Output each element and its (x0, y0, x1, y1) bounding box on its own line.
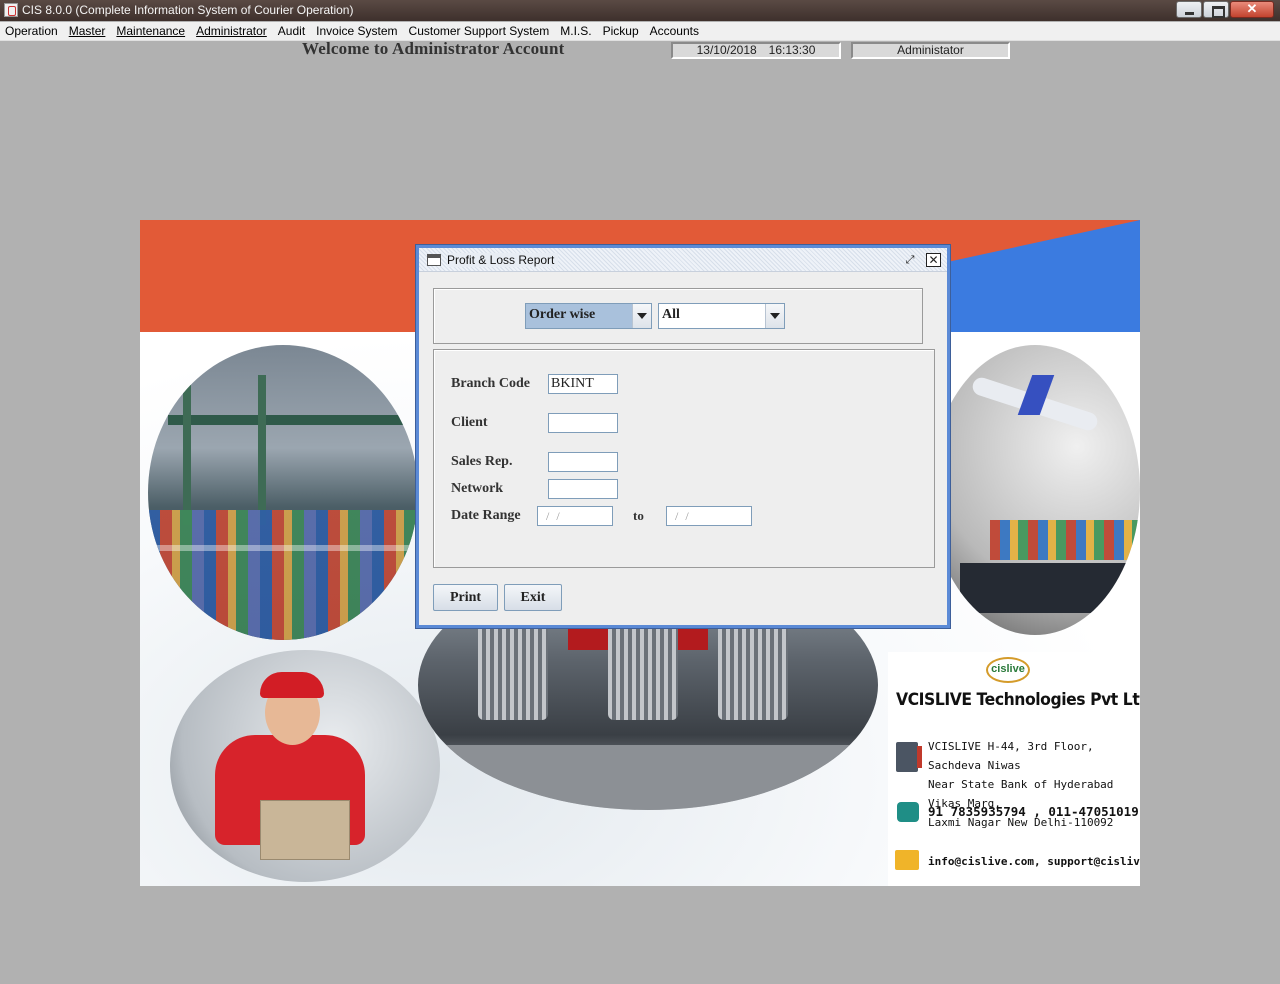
mail-icon (895, 850, 919, 870)
delivery-man-cap (260, 672, 324, 698)
client-input[interactable] (548, 413, 618, 433)
window-icon (427, 254, 441, 266)
phone-icon (897, 802, 919, 822)
client-label: Client (451, 415, 488, 430)
date-from-input[interactable]: / / (537, 506, 613, 526)
date-value: 13/10/2018 (696, 43, 757, 57)
dialog-title: Profit & Loss Report (447, 253, 559, 267)
container-stack (148, 510, 418, 640)
menu-pickup[interactable]: Pickup (598, 22, 645, 40)
report-type-panel: Order wise All (433, 288, 923, 344)
menu-maintenance[interactable]: Maintenance (111, 22, 191, 40)
network-label: Network (451, 481, 504, 496)
network-input[interactable] (548, 479, 618, 499)
menu-invoice-system[interactable]: Invoice System (311, 22, 403, 40)
menu-master-label: Master (68, 24, 106, 38)
container-row-line (148, 545, 418, 551)
filter-value: All (662, 307, 680, 322)
address-line: VCISLIVE H-44, 3rd Floor, Sachdeva Niwas (928, 740, 1094, 772)
crane-leg (183, 385, 191, 525)
delivery-man-image (170, 650, 440, 882)
port-containers-image (148, 345, 418, 640)
window-titlebar[interactable]: CIS 8.0.0 (Complete Information System o… (0, 0, 1280, 21)
menu-audit[interactable]: Audit (273, 22, 311, 40)
window-controls: ✕ (1176, 1, 1274, 18)
company-name: VCISLIVE Technologies Pvt Ltd (896, 690, 1140, 710)
parcel-box (260, 800, 350, 860)
company-info-card: cislive VCISLIVE Technologies Pvt Ltd VC… (888, 652, 1140, 886)
maximize-button[interactable] (1203, 1, 1229, 18)
sales-rep-label: Sales Rep. (451, 454, 513, 469)
report-type-select[interactable]: Order wise (525, 303, 652, 329)
company-email: info@cislive.com, support@cislive.com (928, 855, 1140, 868)
close-window-button[interactable]: ✕ (1230, 1, 1274, 18)
sales-rep-input[interactable] (548, 452, 618, 472)
branch-code-input[interactable]: BKINT (548, 374, 618, 394)
menu-operation[interactable]: Operation (0, 22, 64, 40)
chevron-down-icon[interactable] (765, 304, 784, 328)
window-title: CIS 8.0.0 (Complete Information System o… (22, 3, 354, 17)
date-to-input[interactable]: / / (666, 506, 752, 526)
menu-master[interactable]: Master (64, 22, 112, 40)
user-display: Administator (851, 42, 1010, 59)
close-icon: ✕ (1246, 1, 1258, 16)
address-icon (896, 742, 922, 772)
menu-mis[interactable]: M.I.S. (555, 22, 597, 40)
minimize-button[interactable] (1176, 1, 1202, 18)
report-type-value: Order wise (526, 304, 632, 328)
menu-accounts[interactable]: Accounts (645, 22, 705, 40)
crane-leg (258, 375, 266, 525)
company-logo: cislive (986, 657, 1030, 683)
criteria-panel: Branch Code BKINT Client Sales Rep. Netw… (433, 349, 935, 568)
road (418, 745, 878, 810)
globe-plane-ship-image (930, 345, 1140, 635)
to-label: to (633, 508, 644, 523)
chevron-down-icon[interactable] (632, 304, 651, 328)
profit-loss-dialog: Profit & Loss Report ⤢ ✕ Order wise All … (416, 245, 950, 628)
menu-administrator[interactable]: Administrator (191, 22, 273, 40)
dialog-close-button[interactable]: ✕ (926, 253, 941, 267)
ship-containers (990, 520, 1140, 560)
dialog-titlebar[interactable]: Profit & Loss Report ⤢ ✕ (419, 248, 947, 272)
datetime-display: 13/10/2018 16:13:30 (671, 42, 841, 59)
menu-customer-support-system[interactable]: Customer Support System (404, 22, 556, 40)
exit-button[interactable]: Exit (504, 584, 562, 611)
print-button[interactable]: Print (433, 584, 498, 611)
cargo-ship (960, 563, 1130, 613)
company-phone: 91 7835935794 , 011-47051019 (928, 804, 1139, 819)
menu-bar: Operation Master Maintenance Administrat… (0, 22, 1280, 41)
welcome-heading: Welcome to Administrator Account (302, 39, 565, 58)
time-value: 16:13:30 (768, 43, 816, 57)
date-range-label: Date Range (451, 508, 521, 523)
menu-administrator-label: Administrator (196, 24, 267, 38)
filter-select[interactable]: All (658, 303, 785, 329)
restore-icon[interactable]: ⤢ (903, 254, 917, 266)
crane-beam (168, 415, 408, 425)
branch-code-label: Branch Code (451, 376, 530, 391)
menu-maintenance-label: Maintenance (116, 24, 186, 38)
java-app-icon (4, 3, 18, 17)
